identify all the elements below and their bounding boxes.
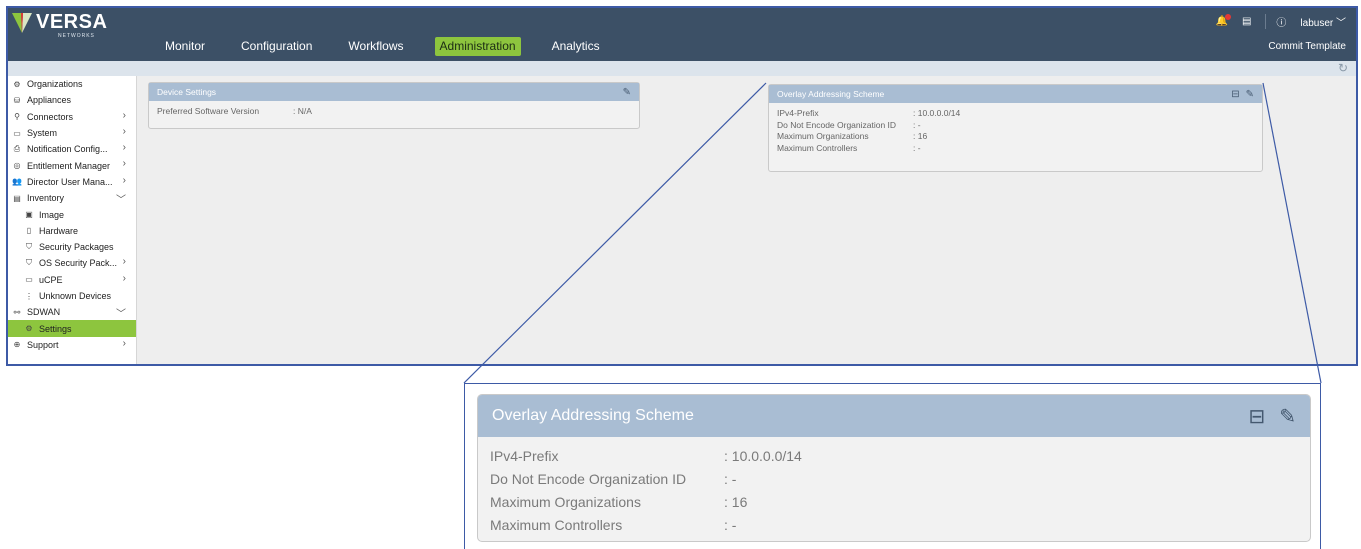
zoomed-overlay-title: Overlay Addressing Scheme: [492, 407, 694, 424]
overlay-row: Do Not Encode Organization ID : -: [490, 468, 1298, 491]
row-value: : 10.0.0.0/14: [724, 448, 802, 464]
overlay-row: Maximum Controllers : -: [490, 514, 1298, 537]
row-value: : -: [724, 471, 737, 487]
overlay-row: Maximum Organizations : 16: [490, 491, 1298, 514]
zoomed-overlay-panel: Overlay Addressing Scheme ⊟ ✎ IPv4-Prefi…: [477, 394, 1311, 542]
zoomed-overlay-header: Overlay Addressing Scheme ⊟ ✎: [478, 395, 1310, 437]
row-key: Do Not Encode Organization ID: [490, 471, 687, 487]
row-key: Maximum Controllers: [490, 517, 623, 533]
overlay-row: IPv4-Prefix : 10.0.0.0/14: [490, 445, 1298, 468]
row-value: : -: [724, 517, 737, 533]
row-value: : 16: [724, 494, 748, 510]
collapse-icon[interactable]: ⊟: [1248, 404, 1265, 429]
zoom-callout: Overlay Addressing Scheme ⊟ ✎ IPv4-Prefi…: [464, 383, 1321, 549]
row-key: Maximum Organizations: [490, 494, 641, 510]
edit-icon[interactable]: ✎: [1279, 404, 1296, 429]
row-key: IPv4-Prefix: [490, 448, 559, 464]
zoomed-overlay-body: IPv4-Prefix : 10.0.0.0/14 Do Not Encode Or…: [478, 437, 1310, 541]
